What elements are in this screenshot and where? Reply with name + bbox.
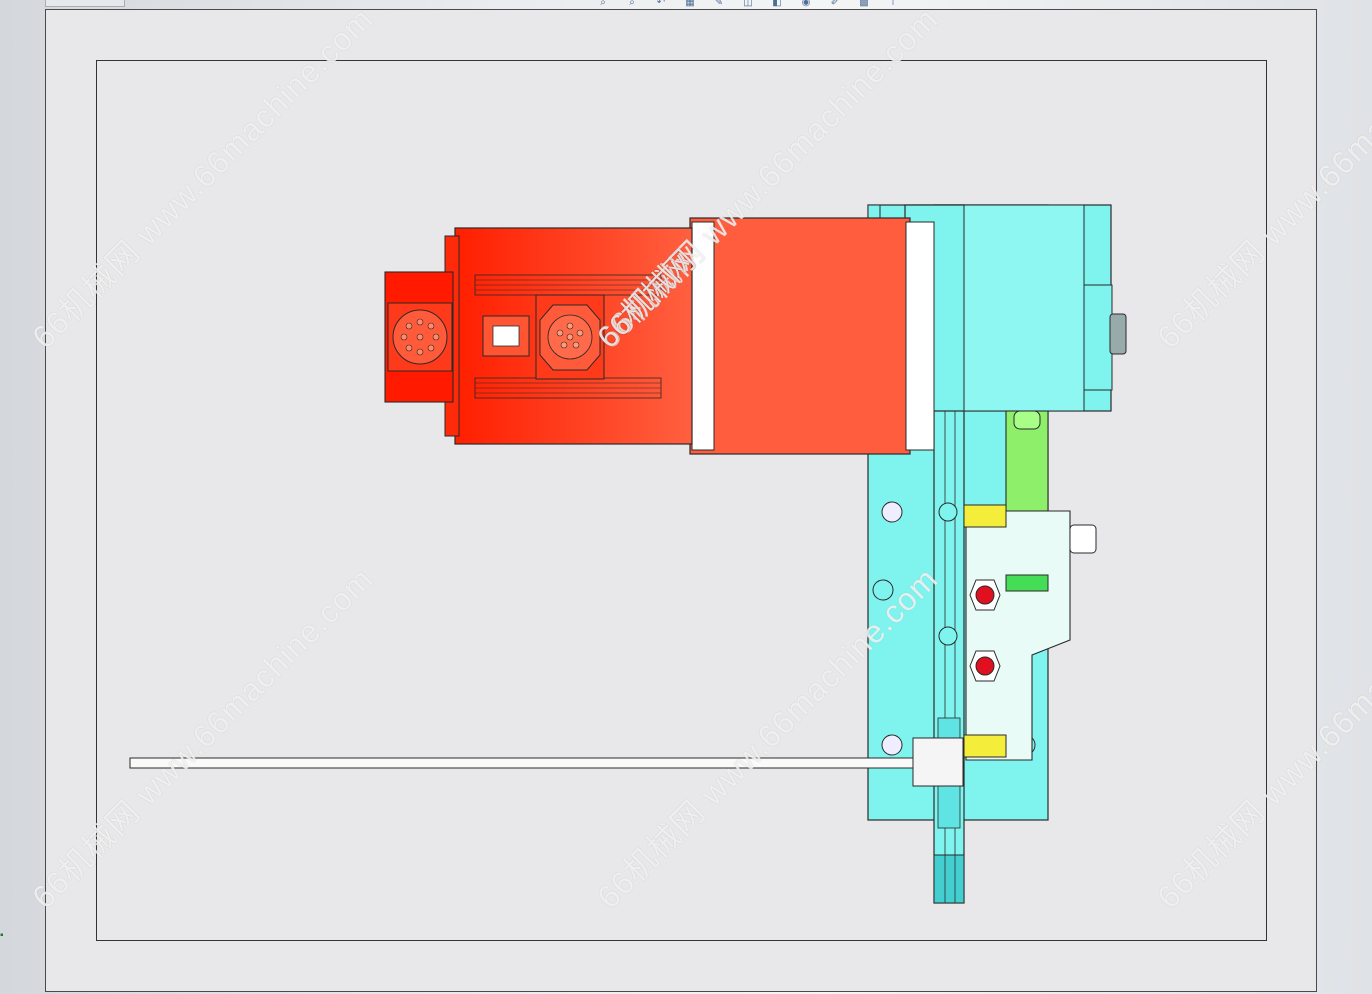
- motor-flange-ring: [691, 221, 715, 451]
- side-panel-marker: ▪: [0, 930, 4, 941]
- green-lifter-top: [1013, 410, 1041, 430]
- bracket-pin: [1069, 524, 1097, 554]
- mount-hole: [872, 579, 894, 601]
- yellow-pad: [963, 504, 1007, 528]
- gearbox-end-cap: [1083, 284, 1113, 391]
- yellow-pad: [963, 734, 1007, 758]
- mount-hole: [881, 734, 903, 756]
- clamp-bracket: [965, 510, 1071, 761]
- mount-hole: [881, 501, 903, 523]
- rod-coupling: [912, 737, 964, 787]
- slide-column-foot: [933, 854, 965, 904]
- gearbox-plate: [963, 204, 1085, 412]
- column-hole: [938, 502, 958, 522]
- motor-flange-ring: [905, 221, 935, 451]
- green-pad: [1005, 574, 1049, 592]
- encoder-bracket-inner: [492, 325, 520, 347]
- bolt-center: [975, 656, 995, 676]
- column-hole: [938, 626, 958, 646]
- drawing-view-assembly[interactable]: [0, 0, 1372, 994]
- long-rod: [129, 757, 931, 769]
- connector-pins: [400, 318, 440, 356]
- motor-flange: [689, 217, 911, 455]
- bolt-center: [975, 585, 995, 605]
- gearbox-shaft-bolt: [1109, 313, 1127, 355]
